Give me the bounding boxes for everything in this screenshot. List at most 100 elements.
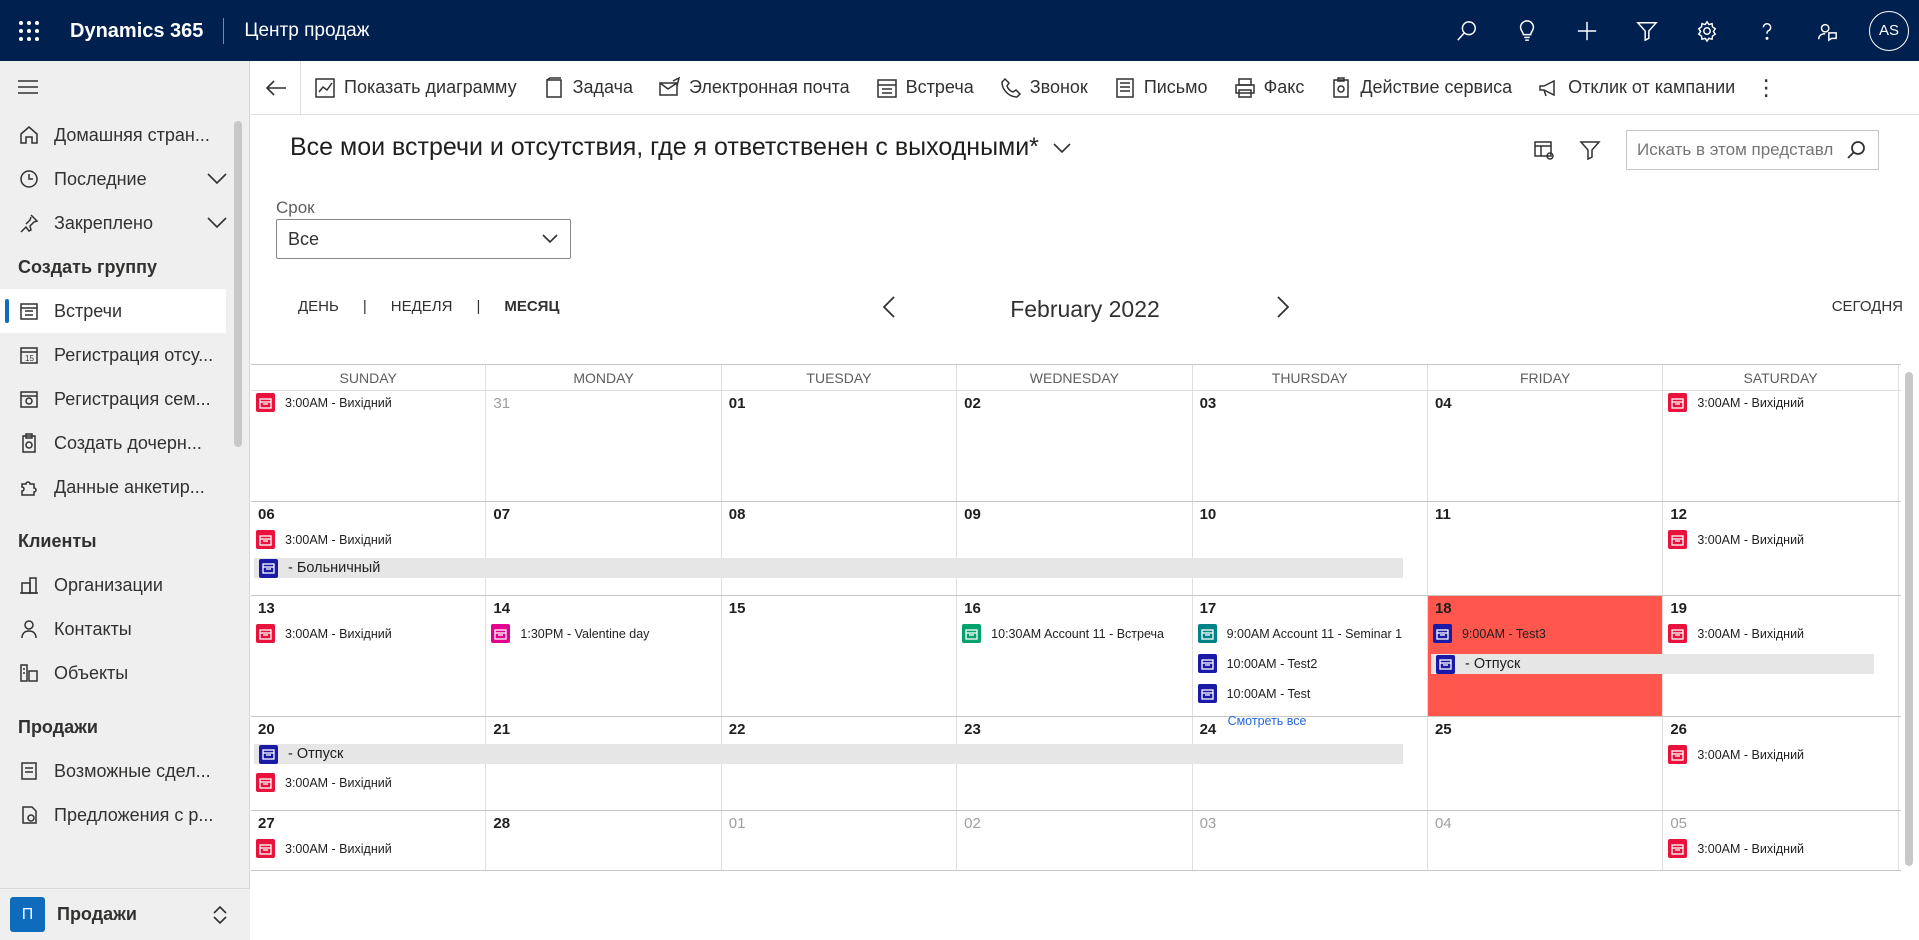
sidebar-item-child[interactable]: Создать дочерн... — [0, 421, 249, 465]
avatar[interactable]: AS — [1869, 10, 1909, 51]
campaign-response-button[interactable]: Отклик от кампании — [1525, 61, 1748, 115]
calendar-event[interactable]: 3:00AM - Вихідний — [256, 530, 392, 549]
search-box[interactable] — [1626, 130, 1879, 170]
calendar-day-cell[interactable]: 03 — [1193, 391, 1428, 501]
filter-icon[interactable] — [1617, 0, 1677, 61]
calendar-event[interactable]: 10:30AM Account 11 - Встреча — [962, 624, 1164, 643]
calendar-event[interactable]: 3:00AM - Вихідний — [1668, 839, 1804, 858]
calendar-event[interactable]: 3:00AM - Вихідний — [256, 624, 392, 643]
all-day-event-bar[interactable]: - Больничный — [254, 558, 1403, 578]
calendar-day-cell[interactable]: 02 — [957, 391, 1193, 501]
app-launcher-icon[interactable] — [0, 0, 58, 61]
calendar-event[interactable]: 3:00AM - Вихідний — [1668, 393, 1804, 412]
calendar-event[interactable]: 9:00AM - Test3 — [1432, 624, 1546, 643]
assistant-icon[interactable] — [1797, 0, 1857, 61]
task-button[interactable]: Задача — [530, 61, 646, 115]
calendar-day-cell[interactable]: 31 — [486, 391, 722, 501]
sidebar-item-home[interactable]: Домашняя стран... — [0, 113, 249, 157]
more-commands-button[interactable]: ⋮ — [1748, 61, 1784, 115]
calendar-event[interactable]: 3:00AM - Вихідний — [1668, 624, 1804, 643]
all-day-event-bar[interactable]: - Отпуск — [254, 744, 1403, 764]
calendar-day-cell[interactable]: 3:00AM - Вихідний — [251, 391, 487, 501]
fax-button[interactable]: Факс — [1221, 61, 1318, 115]
calendar-day-cell[interactable]: 14 1:30PM - Valentine day — [486, 596, 722, 716]
search-input[interactable] — [1637, 140, 1837, 160]
sidebar-item-recent[interactable]: Последние — [0, 157, 249, 201]
back-button[interactable] — [251, 60, 301, 115]
calendar-day-cell[interactable]: 25 — [1428, 717, 1664, 810]
call-button[interactable]: Звонок — [987, 61, 1101, 115]
sidebar-item-family[interactable]: Регистрация сем... — [0, 377, 249, 421]
calendar-event[interactable]: 3:00AM - Вихідний — [256, 839, 392, 858]
calendar-day-cell[interactable]: 06 3:00AM - Вихідний — [251, 502, 487, 595]
calendar-day-cell[interactable]: 10 — [1193, 502, 1428, 595]
calendar-day-cell[interactable]: 15 — [722, 596, 958, 716]
sidebar-item-contacts[interactable]: Контакты — [0, 607, 249, 651]
sidebar-scrollbar[interactable] — [234, 121, 242, 447]
hamburger-icon[interactable] — [0, 61, 249, 113]
previous-month-button[interactable] — [882, 296, 902, 320]
calendar-day-cell[interactable]: 3:00AM - Вихідний — [1663, 391, 1899, 501]
search-icon[interactable] — [1437, 0, 1497, 61]
calendar-day-cell[interactable]: 04 — [1428, 391, 1664, 501]
tab-month[interactable]: МЕСЯЦ — [504, 298, 559, 315]
edit-columns-icon[interactable] — [1530, 136, 1558, 164]
calendar-event[interactable]: 3:00AM - Вихідний — [1668, 745, 1804, 764]
service-action-button[interactable]: Действие сервиса — [1317, 61, 1525, 115]
calendar-event[interactable]: 3:00AM - Вихідний — [256, 393, 392, 412]
all-day-event-bar[interactable]: - Отпуск — [1431, 654, 1874, 674]
period-dropdown[interactable]: Все — [276, 219, 571, 259]
email-button[interactable]: Электронная почта — [646, 61, 863, 115]
calendar-day-cell[interactable]: 27 3:00AM - Вихідний — [251, 811, 487, 870]
gear-icon[interactable] — [1677, 0, 1737, 61]
calendar-scrollbar[interactable] — [1905, 372, 1913, 866]
calendar-day-cell[interactable]: 05 3:00AM - Вихідний — [1663, 811, 1899, 870]
calendar-event[interactable]: 10:00AM - Test2 — [1197, 654, 1317, 673]
chevron-down-icon[interactable] — [207, 170, 227, 191]
tab-week[interactable]: НЕДЕЛЯ — [391, 298, 453, 315]
calendar-day-cell[interactable]: 17 9:00AM Account 11 - Seminar 1 10:00AM -… — [1193, 596, 1428, 728]
area-switcher[interactable]: П Продажи — [0, 888, 250, 940]
calendar-day-cell[interactable]: 11 — [1428, 502, 1664, 595]
calendar-day-cell[interactable]: 13 3:00AM - Вихідний — [251, 596, 487, 716]
filter-icon[interactable] — [1576, 136, 1604, 164]
calendar-day-cell[interactable]: 01 — [722, 391, 958, 501]
sidebar-item-survey[interactable]: Данные анкетир... — [0, 465, 249, 509]
sidebar-item-pinned[interactable]: Закреплено — [0, 201, 249, 245]
brand-title[interactable]: Dynamics 365 — [58, 17, 225, 44]
calendar-day-cell[interactable]: 28 — [486, 811, 722, 870]
calendar-day-cell[interactable]: 16 10:30AM Account 11 - Встреча — [957, 596, 1193, 716]
today-button[interactable]: СЕГОДНЯ — [1832, 298, 1903, 315]
calendar-event[interactable]: 3:00AM - Вихідний — [256, 773, 392, 792]
lightbulb-icon[interactable] — [1497, 0, 1557, 61]
sidebar-item-opportunities[interactable]: Возможные сдел... — [0, 749, 249, 793]
calendar-day-cell[interactable]: 09 — [957, 502, 1193, 595]
app-name[interactable]: Центр продаж — [224, 20, 369, 42]
calendar-day-cell[interactable]: 08 — [722, 502, 958, 595]
sidebar-item-absence[interactable]: 15 Регистрация отсу... — [0, 333, 249, 377]
sidebar-item-objects[interactable]: Объекты — [0, 651, 249, 695]
show-chart-button[interactable]: Показать диаграмму — [301, 61, 530, 115]
calendar-day-cell[interactable]: 01 — [722, 811, 958, 870]
calendar-day-cell[interactable]: 26 3:00AM - Вихідний — [1663, 717, 1899, 810]
calendar-day-cell[interactable]: 02 — [957, 811, 1193, 870]
meeting-button[interactable]: Встреча — [863, 61, 987, 115]
help-icon[interactable] — [1737, 0, 1797, 61]
calendar-event[interactable]: 3:00AM - Вихідний — [1668, 530, 1804, 549]
calendar-event[interactable]: 10:00AM - Test — [1197, 684, 1310, 703]
next-month-button[interactable] — [1276, 296, 1296, 320]
calendar-day-cell[interactable]: 03 — [1193, 811, 1428, 870]
sidebar-item-meetings[interactable]: Встречи — [0, 289, 226, 333]
calendar-day-cell[interactable]: 07 — [486, 502, 722, 595]
tab-day[interactable]: ДЕНЬ — [298, 298, 339, 315]
chevron-down-icon[interactable] — [207, 214, 227, 235]
plus-icon[interactable] — [1557, 0, 1617, 61]
letter-button[interactable]: Письмо — [1101, 61, 1221, 115]
calendar-day-cell[interactable]: 04 — [1428, 811, 1664, 870]
calendar-event[interactable]: 9:00AM Account 11 - Seminar 1 — [1197, 624, 1402, 643]
calendar-event[interactable]: 1:30PM - Valentine day — [491, 624, 649, 643]
view-selector[interactable]: Все мои встречи и отсутствия, где я отве… — [290, 133, 1071, 162]
calendar-day-cell[interactable]: 12 3:00AM - Вихідний — [1663, 502, 1899, 595]
sidebar-item-quotes[interactable]: Предложения с р... — [0, 793, 249, 837]
sidebar-item-organizations[interactable]: Организации — [0, 563, 249, 607]
